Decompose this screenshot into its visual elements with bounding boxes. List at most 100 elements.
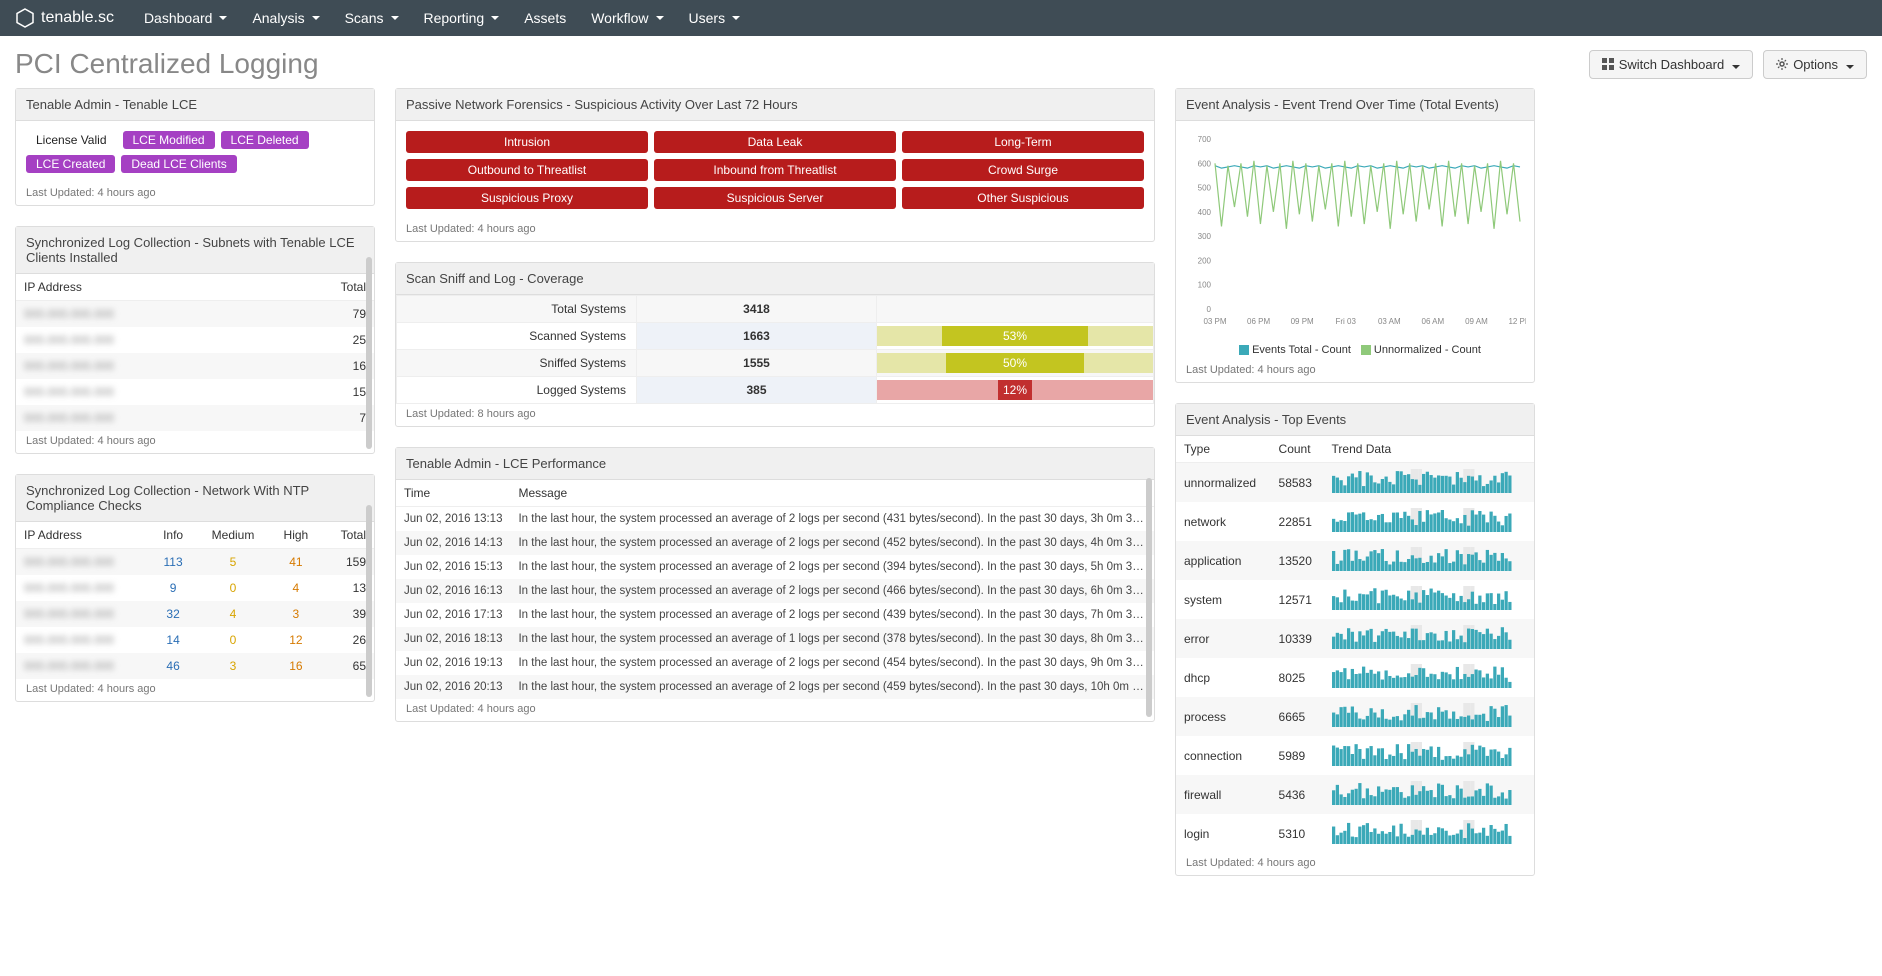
- tag-license-valid[interactable]: License Valid: [26, 131, 117, 149]
- table-row[interactable]: Jun 02, 2016 16:13In the last hour, the …: [396, 579, 1154, 603]
- nav-workflow[interactable]: Workflow: [591, 10, 663, 26]
- table-row[interactable]: 000.000.000.0001401226: [16, 627, 374, 653]
- col-high: High: [270, 522, 321, 549]
- table-row[interactable]: 000.000.000.000324339: [16, 601, 374, 627]
- ip-redacted: 000.000.000.000: [24, 385, 114, 399]
- brand-text: tenable.sc: [41, 9, 114, 27]
- nav-scans[interactable]: Scans: [345, 10, 399, 26]
- cell-count: 10339: [1271, 619, 1324, 658]
- cell-type: firewall: [1176, 775, 1271, 814]
- panel-title: Event Analysis - Event Trend Over Time (…: [1176, 89, 1534, 121]
- svg-text:03 AM: 03 AM: [1378, 317, 1401, 326]
- left-column: Tenable Admin - Tenable LCE License Vali…: [15, 88, 375, 876]
- cell-high: 4: [270, 575, 321, 601]
- nav-analysis[interactable]: Analysis: [252, 10, 319, 26]
- table-row[interactable]: 000.000.000.0004631665: [16, 653, 374, 679]
- activity-outbound-to-threatlist[interactable]: Outbound to Threatlist: [406, 159, 648, 181]
- nav-assets[interactable]: Assets: [524, 10, 566, 26]
- switch-dashboard-button[interactable]: Switch Dashboard: [1589, 50, 1754, 79]
- sparkline: [1332, 820, 1512, 844]
- table-row[interactable]: 000.000.000.00079: [16, 301, 374, 328]
- cell-type: login: [1176, 814, 1271, 853]
- table-row[interactable]: Jun 02, 2016 15:13In the last hour, the …: [396, 555, 1154, 579]
- activity-data-leak[interactable]: Data Leak: [654, 131, 896, 153]
- cell-high: 16: [270, 653, 321, 679]
- table-row[interactable]: Jun 02, 2016 20:13In the last hour, the …: [396, 675, 1154, 699]
- cell-message: In the last hour, the system processed a…: [510, 507, 1154, 532]
- cell-high: 3: [270, 601, 321, 627]
- table-row[interactable]: 000.000.000.00025: [16, 327, 374, 353]
- bar-fill: 12%: [998, 380, 1031, 400]
- table-row[interactable]: login5310: [1176, 814, 1534, 853]
- scrollbar[interactable]: [1146, 478, 1152, 717]
- table-row[interactable]: 000.000.000.00015: [16, 379, 374, 405]
- nav-dashboard[interactable]: Dashboard: [144, 10, 228, 26]
- table-row[interactable]: error10339: [1176, 619, 1534, 658]
- cell-time: Jun 02, 2016 19:13: [396, 651, 510, 675]
- table-row[interactable]: connection5989: [1176, 736, 1534, 775]
- panel-title: Event Analysis - Top Events: [1176, 404, 1534, 436]
- sparkline: [1332, 781, 1512, 805]
- cell-message: In the last hour, the system processed a…: [510, 675, 1154, 699]
- table-row[interactable]: 000.000.000.00090413: [16, 575, 374, 601]
- ip-redacted: 000.000.000.000: [24, 581, 114, 595]
- cell-type: system: [1176, 580, 1271, 619]
- cov-label: Total Systems: [397, 296, 637, 323]
- col-count: Count: [1271, 436, 1324, 463]
- svg-text:400: 400: [1198, 208, 1212, 217]
- table-row[interactable]: application13520: [1176, 541, 1534, 580]
- cell-medium: 5: [196, 549, 270, 576]
- updated-text: Last Updated: 4 hours ago: [16, 679, 374, 701]
- top-events-panel: Event Analysis - Top Events Type Count T…: [1175, 403, 1535, 876]
- dashboard-grid: Tenable Admin - Tenable LCE License Vali…: [0, 88, 1882, 891]
- legend-item: Unnormalized - Count: [1351, 344, 1481, 356]
- table-row[interactable]: 000.000.000.00016: [16, 353, 374, 379]
- table-row[interactable]: Jun 02, 2016 14:13In the last hour, the …: [396, 531, 1154, 555]
- tag-lce-created[interactable]: LCE Created: [26, 155, 115, 173]
- trend-chart[interactable]: 010020030040050060070003 PM06 PM09 PMFri…: [1184, 129, 1526, 329]
- options-button[interactable]: Options: [1763, 50, 1867, 79]
- table-row[interactable]: unnormalized58583: [1176, 463, 1534, 503]
- activity-suspicious-server[interactable]: Suspicious Server: [654, 187, 896, 209]
- scrollbar[interactable]: [366, 257, 372, 449]
- table-row[interactable]: system12571: [1176, 580, 1534, 619]
- table-row[interactable]: firewall5436: [1176, 775, 1534, 814]
- nav-reporting[interactable]: Reporting: [424, 10, 500, 26]
- tag-lce-deleted[interactable]: LCE Deleted: [221, 131, 309, 149]
- svg-text:100: 100: [1198, 281, 1212, 290]
- activity-intrusion[interactable]: Intrusion: [406, 131, 648, 153]
- table-row[interactable]: Jun 02, 2016 19:13In the last hour, the …: [396, 651, 1154, 675]
- brand[interactable]: tenable.sc: [15, 8, 114, 28]
- table-row[interactable]: 000.000.000.000113541159: [16, 549, 374, 576]
- table-row[interactable]: network22851: [1176, 502, 1534, 541]
- svg-text:200: 200: [1198, 256, 1212, 265]
- table-row[interactable]: dhcp8025: [1176, 658, 1534, 697]
- nav-users[interactable]: Users: [689, 10, 741, 26]
- tag-lce-modified[interactable]: LCE Modified: [123, 131, 215, 149]
- panel-title: Tenable Admin - LCE Performance: [396, 448, 1154, 480]
- table-row[interactable]: Jun 02, 2016 13:13In the last hour, the …: [396, 507, 1154, 532]
- cell-message: In the last hour, the system processed a…: [510, 603, 1154, 627]
- ip-redacted: 000.000.000.000: [24, 307, 114, 321]
- activity-crowd-surge[interactable]: Crowd Surge: [902, 159, 1144, 181]
- activity-long-term[interactable]: Long-Term: [902, 131, 1144, 153]
- table-row[interactable]: process6665: [1176, 697, 1534, 736]
- table-row[interactable]: Jun 02, 2016 17:13In the last hour, the …: [396, 603, 1154, 627]
- cell-type: application: [1176, 541, 1271, 580]
- scrollbar[interactable]: [366, 505, 372, 697]
- tag-dead-lce-clients[interactable]: Dead LCE Clients: [121, 155, 236, 173]
- activity-inbound-from-threatlist[interactable]: Inbound from Threatlist: [654, 159, 896, 181]
- svg-text:0: 0: [1207, 305, 1212, 314]
- table-row[interactable]: 000.000.000.0007: [16, 405, 374, 431]
- activity-other-suspicious[interactable]: Other Suspicious: [902, 187, 1144, 209]
- cov-bar: 50%: [877, 350, 1154, 377]
- ntp-table: IP Address Info Medium High Total 000.00…: [16, 522, 374, 679]
- activity-suspicious-proxy[interactable]: Suspicious Proxy: [406, 187, 648, 209]
- cell-trend: [1324, 658, 1534, 697]
- table-row[interactable]: Jun 02, 2016 18:13In the last hour, the …: [396, 627, 1154, 651]
- sparkline: [1332, 742, 1512, 766]
- cell-time: Jun 02, 2016 20:13: [396, 675, 510, 699]
- cell-type: error: [1176, 619, 1271, 658]
- updated-text: Last Updated: 4 hours ago: [396, 219, 1154, 241]
- ip-redacted: 000.000.000.000: [24, 633, 114, 647]
